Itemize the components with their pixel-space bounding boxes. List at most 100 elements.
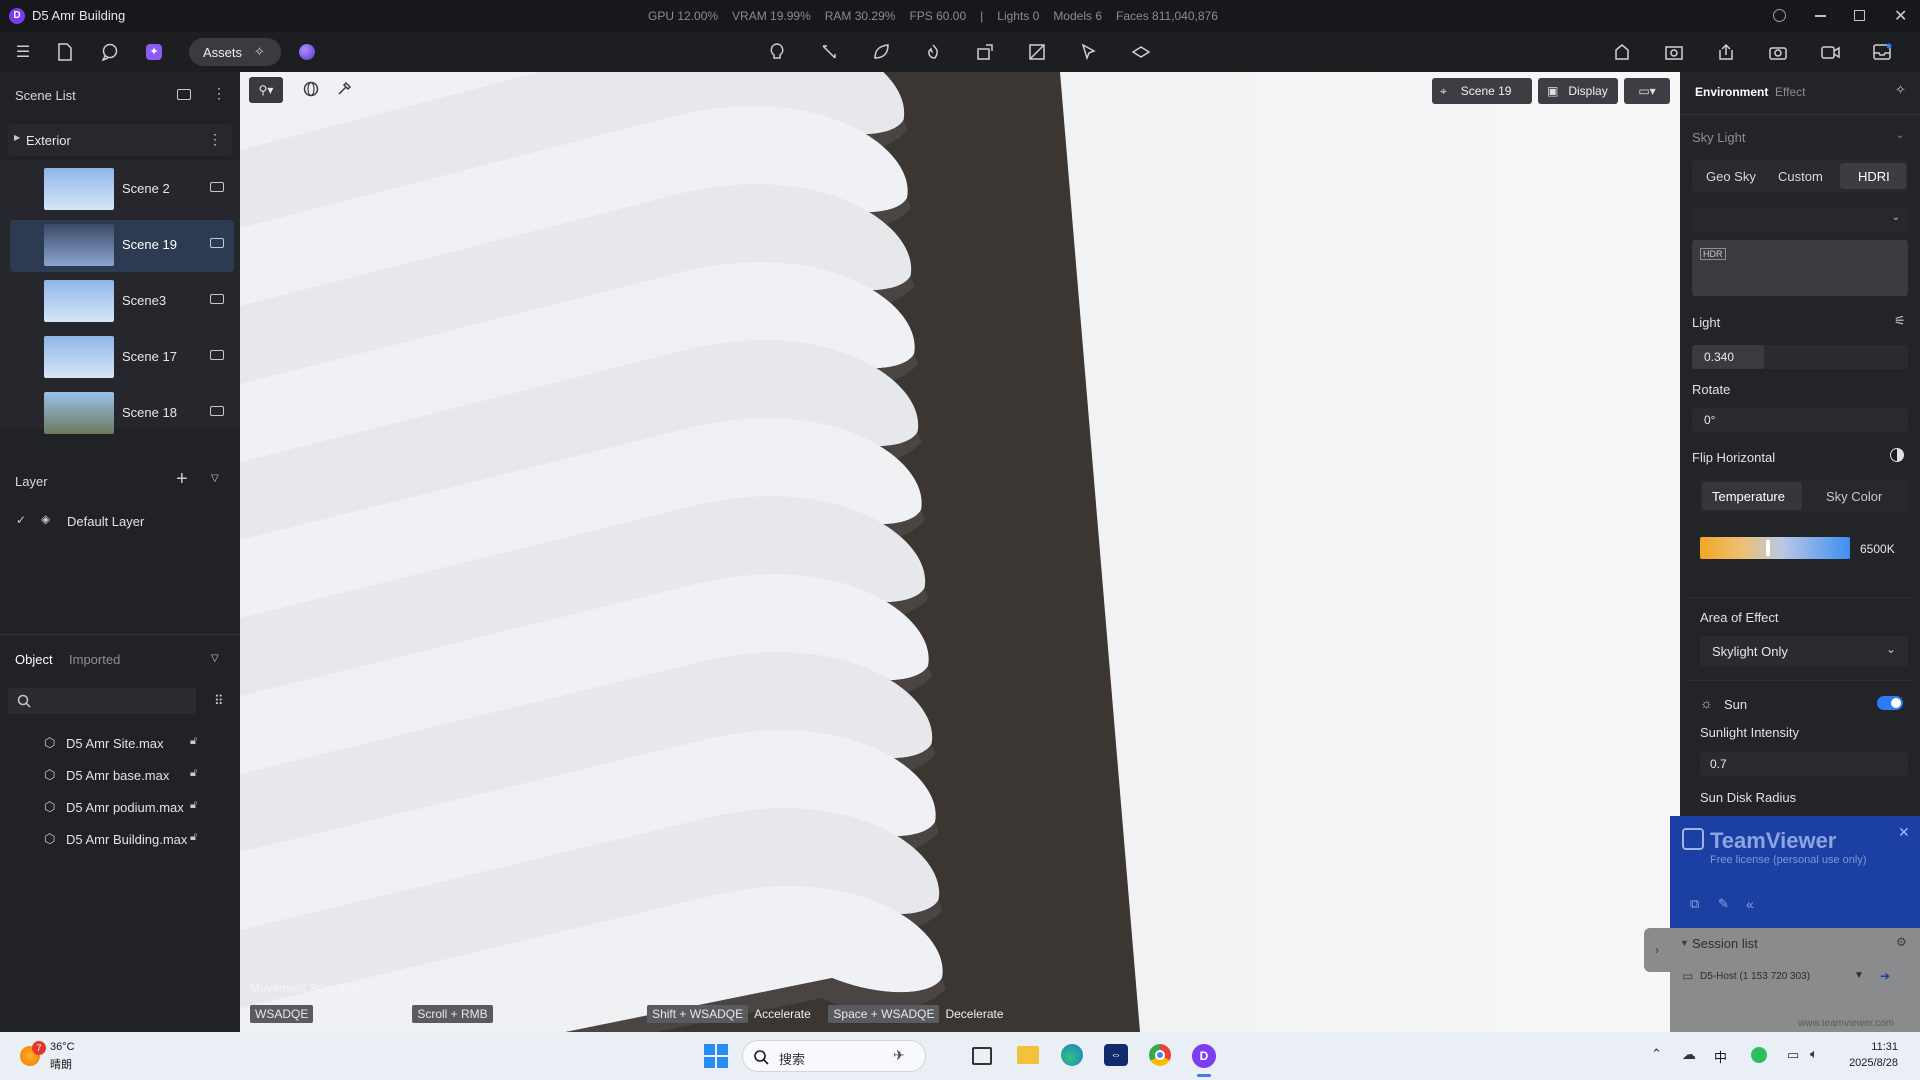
render-icon[interactable]: [1662, 40, 1686, 64]
object-filter-icon[interactable]: ▽: [211, 653, 219, 664]
light-settings-icon[interactable]: ⚟: [1894, 313, 1906, 329]
taskbar-search[interactable]: 搜索 ✈: [742, 1040, 926, 1072]
file-explorer-icon[interactable]: [1017, 1046, 1039, 1064]
sky-mode-hdri-active[interactable]: HDRI: [1840, 163, 1906, 189]
layer-item[interactable]: ✓ ◈ Default Layer: [14, 510, 224, 534]
wechat-icon[interactable]: [1751, 1047, 1767, 1063]
help-icon[interactable]: [1773, 9, 1786, 22]
teamviewer-taskbar-icon[interactable]: ⇔: [1104, 1044, 1128, 1066]
group-more-icon[interactable]: ⋮: [208, 131, 222, 148]
leaf-tool-icon[interactable]: [869, 40, 893, 64]
path-tool-icon[interactable]: [817, 40, 841, 64]
assets-button[interactable]: Assets ✧: [189, 38, 281, 66]
scene-list-more-icon[interactable]: ⋮: [212, 85, 226, 102]
scene-group-exterior[interactable]: ▶ Exterior ⋮: [8, 124, 232, 156]
session-item[interactable]: ▭ D5-Host (1 153 720 303) ▼ ➔: [1678, 966, 1912, 990]
grid-view-icon[interactable]: ⠿: [214, 693, 224, 709]
lock-icon[interactable]: 🔓︎: [190, 735, 197, 748]
temperature-slider[interactable]: [1700, 537, 1850, 559]
render-viewport[interactable]: ⚲▾ ⌖ Scene 19 ▣ Display ▭▾ Movement Spee…: [240, 72, 1680, 1032]
chat-icon[interactable]: [98, 40, 122, 64]
tab-object[interactable]: Object: [15, 652, 53, 667]
tools-icon[interactable]: ✎: [1718, 896, 1729, 912]
camera-icon[interactable]: [1766, 40, 1790, 64]
view-mode-button[interactable]: ⚲▾: [249, 77, 283, 103]
eyedropper-icon[interactable]: [336, 81, 352, 97]
scene-item[interactable]: Scene 18: [10, 388, 234, 440]
network-icon[interactable]: ▭: [1787, 1047, 1799, 1063]
particle-tool-icon[interactable]: [921, 40, 945, 64]
clock-date[interactable]: 2025/8/28: [1842, 1057, 1898, 1069]
lock-icon[interactable]: 🔓︎: [190, 767, 197, 780]
scene-item[interactable]: Scene 2: [10, 164, 234, 216]
add-scene-icon[interactable]: [177, 89, 191, 100]
task-view-icon[interactable]: [972, 1047, 992, 1065]
start-button[interactable]: [704, 1044, 728, 1068]
close-button[interactable]: ✕: [1894, 6, 1907, 26]
tab-environment[interactable]: Environment: [1695, 85, 1768, 99]
scene-item-selected[interactable]: Scene 19: [10, 220, 234, 272]
tab-temperature[interactable]: Temperature: [1702, 482, 1802, 510]
orb-icon[interactable]: [299, 44, 315, 60]
hdri-preview[interactable]: HDR: [1692, 240, 1908, 296]
layer-filter-icon[interactable]: ▽: [211, 473, 219, 484]
camera-icon[interactable]: [210, 238, 224, 248]
edge-icon[interactable]: [1061, 1044, 1083, 1066]
teamviewer-close-icon[interactable]: ✕: [1898, 824, 1910, 841]
connect-icon[interactable]: ➔: [1880, 969, 1890, 983]
tab-sky-color[interactable]: Sky Color: [1826, 489, 1882, 504]
ime-indicator[interactable]: 中: [1714, 1047, 1727, 1066]
chrome-icon[interactable]: [1149, 1044, 1171, 1066]
terrain-tool-icon[interactable]: [1129, 40, 1153, 64]
sky-mode-geo[interactable]: Geo Sky: [1706, 169, 1756, 184]
camera-icon[interactable]: [210, 350, 224, 360]
area-of-effect-select[interactable]: Skylight Only ⌄: [1700, 636, 1908, 666]
object-search-input[interactable]: [8, 688, 196, 714]
add-layer-icon[interactable]: +: [176, 468, 188, 491]
select-tool-icon[interactable]: [1077, 40, 1101, 64]
display-button[interactable]: ▣ Display: [1538, 78, 1618, 104]
object-item[interactable]: ⬡ D5 Amr Site.max 🔓︎: [30, 730, 210, 758]
settings-icon[interactable]: ⚙: [1896, 935, 1907, 949]
collapse-icon[interactable]: «: [1746, 896, 1754, 912]
camera-icon[interactable]: [210, 294, 224, 304]
menu-icon[interactable]: ☰: [11, 40, 35, 64]
scene-item[interactable]: Scene3: [10, 276, 234, 328]
video-icon[interactable]: [1818, 40, 1842, 64]
section-tool-icon[interactable]: [1025, 40, 1049, 64]
object-item[interactable]: ⬡ D5 Amr base.max 🔓︎: [30, 762, 210, 790]
scene-badge[interactable]: ⌖ Scene 19: [1432, 78, 1532, 104]
import-model-icon[interactable]: [973, 40, 997, 64]
sun-toggle[interactable]: [1877, 696, 1903, 710]
temperature-thumb[interactable]: [1766, 540, 1770, 556]
volume-icon[interactable]: 🔈︎: [1810, 1046, 1818, 1062]
light-tool-icon[interactable]: [765, 40, 789, 64]
camera-icon[interactable]: [210, 182, 224, 192]
sky-mode-custom[interactable]: Custom: [1778, 169, 1823, 184]
rotate-field[interactable]: 0°: [1692, 408, 1908, 432]
tray-chevron-icon[interactable]: ⌃: [1651, 1046, 1662, 1062]
object-item[interactable]: ⬡ D5 Amr Building.max 🔓︎: [30, 826, 210, 854]
globe-icon[interactable]: [303, 81, 319, 97]
restore-button[interactable]: [1854, 10, 1865, 21]
check-icon[interactable]: ✓: [16, 513, 26, 527]
export-icon[interactable]: [1714, 40, 1738, 64]
hdri-dropdown[interactable]: ⌄: [1692, 208, 1908, 232]
session-dropdown-icon[interactable]: ▼: [1854, 970, 1864, 981]
pin-icon[interactable]: ✧: [1895, 82, 1906, 98]
copy-icon[interactable]: ⧉: [1690, 896, 1699, 912]
file-icon[interactable]: [53, 40, 77, 64]
tab-imported[interactable]: Imported: [69, 652, 120, 667]
ai-assistant-icon[interactable]: ✦: [142, 40, 166, 64]
sunlight-intensity-field[interactable]: 0.7: [1700, 752, 1908, 776]
inbox-icon[interactable]: [1870, 40, 1894, 64]
lock-icon[interactable]: 🔓︎: [190, 831, 197, 844]
camera-icon[interactable]: [210, 406, 224, 416]
minimize-button[interactable]: [1815, 15, 1826, 17]
lock-icon[interactable]: 🔓︎: [190, 799, 197, 812]
flip-toggle-icon[interactable]: [1890, 448, 1904, 462]
onedrive-icon[interactable]: ☁: [1682, 1046, 1696, 1063]
chevron-down-icon[interactable]: ⌄: [1896, 130, 1904, 141]
tab-effect[interactable]: Effect: [1775, 85, 1805, 99]
teamviewer-expand-tab[interactable]: ›: [1644, 928, 1670, 972]
